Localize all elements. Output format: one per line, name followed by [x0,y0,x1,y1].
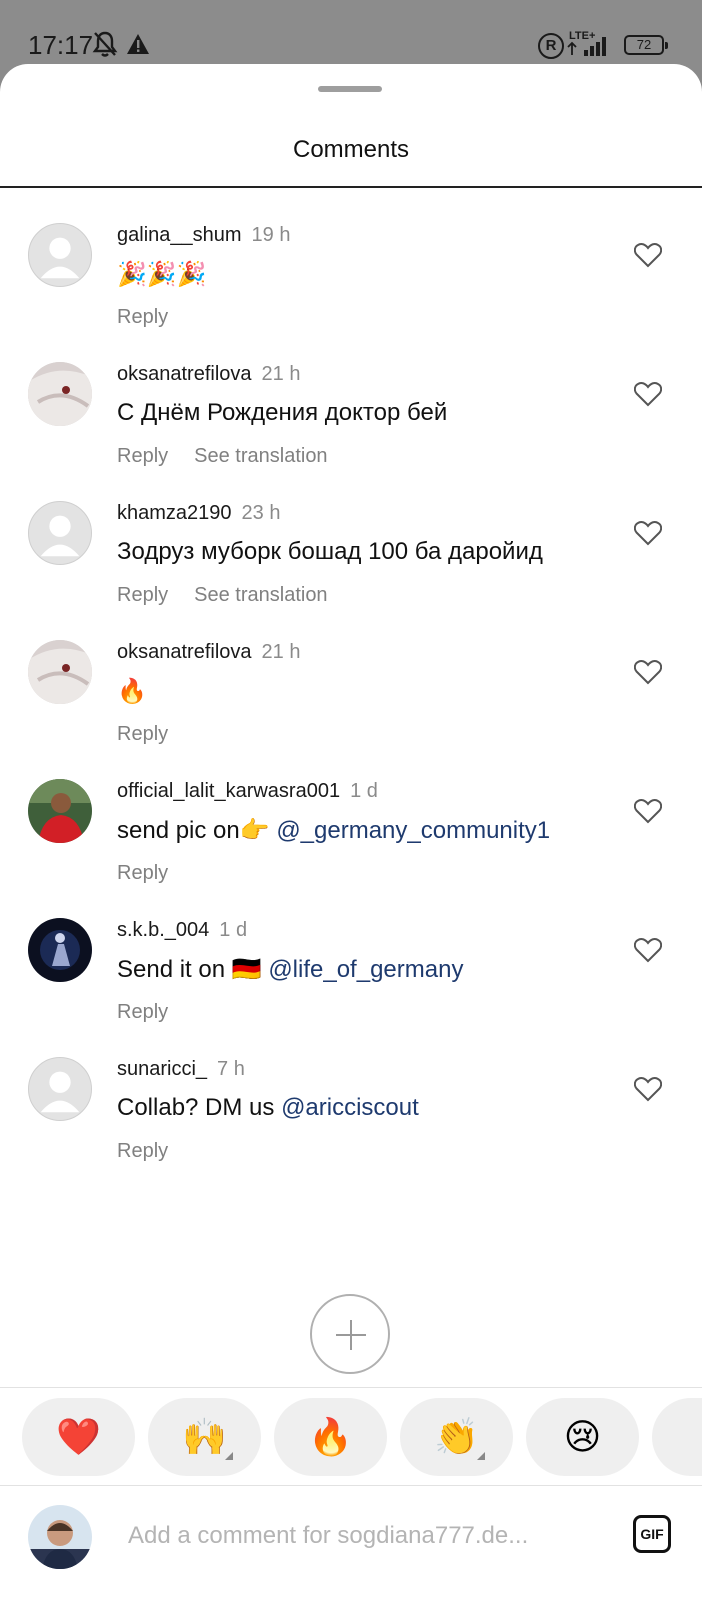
comment-text: 🔥 [117,678,147,705]
comment-actions: Reply [117,1140,194,1163]
comment-item: oksanatrefilova 21 h 🔥 Reply [0,605,702,746]
comment-mention[interactable]: @life_of_germany [268,956,463,983]
load-more-plus-button[interactable] [310,1294,390,1374]
comment-time: 19 h [251,224,291,246]
reaction-raised-hands[interactable]: 🙌 [148,1398,261,1476]
comment-time: 21 h [261,641,301,663]
gif-button[interactable]: GIF [633,1515,671,1553]
avatar-default[interactable] [28,1057,92,1121]
reply-button[interactable]: Reply [117,1001,168,1023]
comments-sheet: Comments galina__shum 19 h 🎉🎉🎉 Reply oksa… [0,64,702,1600]
drag-handle[interactable] [318,86,382,92]
comment-text: Зодруз муборк бошад 100 ба даройид [117,538,543,565]
comment-username[interactable]: galina__shum [117,224,242,246]
signal-icon [567,37,606,56]
heart-icon[interactable] [634,659,662,685]
heart-icon[interactable] [634,1076,662,1102]
see-translation-button[interactable]: See translation [194,445,327,467]
comment-username-line[interactable]: oksanatrefilova 21 h [117,363,300,386]
comment-username-line[interactable]: khamza2190 23 h [117,502,280,525]
comment-time: 1 d [219,919,248,941]
sheet-title: Comments [292,136,410,163]
divider [0,1485,702,1486]
battery-icon: 72 [624,35,668,55]
comment-username-line[interactable]: galina__shum 19 h [117,224,290,247]
comment-item: official_lalit_karwasra001 1 d send pic o… [0,744,702,885]
reaction-crying[interactable]: 😢 [526,1398,639,1476]
comment-actions: Reply [117,723,194,746]
comment-username[interactable]: s.k.b._004 [117,919,209,941]
avatar-photo[interactable] [28,779,92,843]
comment-username[interactable]: official_lalit_karwasra001 [117,780,340,802]
reaction-heart[interactable]: ❤️ [22,1398,135,1476]
comment-actions: Reply [117,862,194,885]
comment-username-line[interactable]: official_lalit_karwasra001 1 d [117,780,378,803]
comment-actions: Reply [117,306,194,329]
divider [0,1387,702,1388]
comment-mention[interactable]: @_germany_community1 [276,817,550,844]
comment-actions: Reply [117,1001,194,1024]
heart-icon[interactable] [634,381,662,407]
comment-username-line[interactable]: sunaricci_ 7 h [117,1058,245,1081]
comment-text: 🎉🎉🎉 [117,261,207,288]
see-translation-button[interactable]: See translation [194,584,327,606]
avatar-photo[interactable] [28,362,92,426]
comment-time: 1 d [350,780,378,802]
status-time: 17:17 [28,30,94,60]
heart-icon[interactable] [634,937,662,963]
comment-item: khamza2190 23 h Зодруз муборк бошад 100 б… [0,466,702,607]
comment-time: 21 h [261,363,301,385]
comment-time: 23 h [241,502,281,524]
reaction-fire[interactable]: 🔥 [274,1398,387,1476]
comment-input[interactable]: Add a comment for sogdiana777.de... [128,1522,528,1550]
reply-button[interactable]: Reply [117,862,168,884]
comment-username[interactable]: khamza2190 [117,502,232,524]
quick-reactions-bar: ❤️ 🙌 🔥 👏 😢 [22,1398,702,1476]
avatar-photo[interactable] [28,918,92,982]
comment-actions: Reply See translation [117,445,354,468]
reaction-clap[interactable]: 👏 [400,1398,513,1476]
status-bar: 17:17 R LTE+ 72 [0,0,702,70]
comment-item: s.k.b._004 1 d Send it on 🇩🇪 @life_of_ger… [0,883,702,1024]
comment-username[interactable]: oksanatrefilova [117,363,252,385]
heart-icon[interactable] [634,242,662,268]
avatar-default[interactable] [28,223,92,287]
warning-icon [127,34,149,54]
reply-button[interactable]: Reply [117,306,168,328]
reply-button[interactable]: Reply [117,723,168,745]
comment-text: Collab? DM us @aricciscout [117,1094,419,1121]
comment-text: Send it on 🇩🇪 @life_of_germany [117,956,464,983]
variants-indicator [225,1452,233,1460]
bell-off-icon [92,31,118,57]
comment-username-line[interactable]: oksanatrefilova 21 h [117,641,300,664]
reaction-more[interactable] [652,1398,702,1476]
comment-item: galina__shum 19 h 🎉🎉🎉 Reply [0,188,702,329]
reply-button[interactable]: Reply [117,1140,168,1162]
comment-username[interactable]: oksanatrefilova [117,641,252,663]
reply-button[interactable]: Reply [117,584,168,606]
comment-actions: Reply See translation [117,584,354,607]
comment-text: С Днём Рождения доктор бей [117,399,448,426]
comment-text: send pic on👉 @_germany_community1 [117,817,551,844]
heart-icon[interactable] [634,798,662,824]
registered-icon: R [538,33,564,59]
avatar-photo[interactable] [28,640,92,704]
comment-item: sunaricci_ 7 h Collab? DM us @aricciscout… [0,1022,702,1163]
variants-indicator [477,1452,485,1460]
avatar-default[interactable] [28,501,92,565]
comment-time: 7 h [217,1058,245,1080]
comment-username-line[interactable]: s.k.b._004 1 d [117,919,247,942]
heart-icon[interactable] [634,520,662,546]
comment-item: oksanatrefilova 21 h С Днём Рождения докт… [0,327,702,468]
comment-username[interactable]: sunaricci_ [117,1058,207,1080]
comment-mention[interactable]: @aricciscout [281,1094,419,1121]
reply-button[interactable]: Reply [117,445,168,467]
current-user-avatar [28,1505,92,1569]
